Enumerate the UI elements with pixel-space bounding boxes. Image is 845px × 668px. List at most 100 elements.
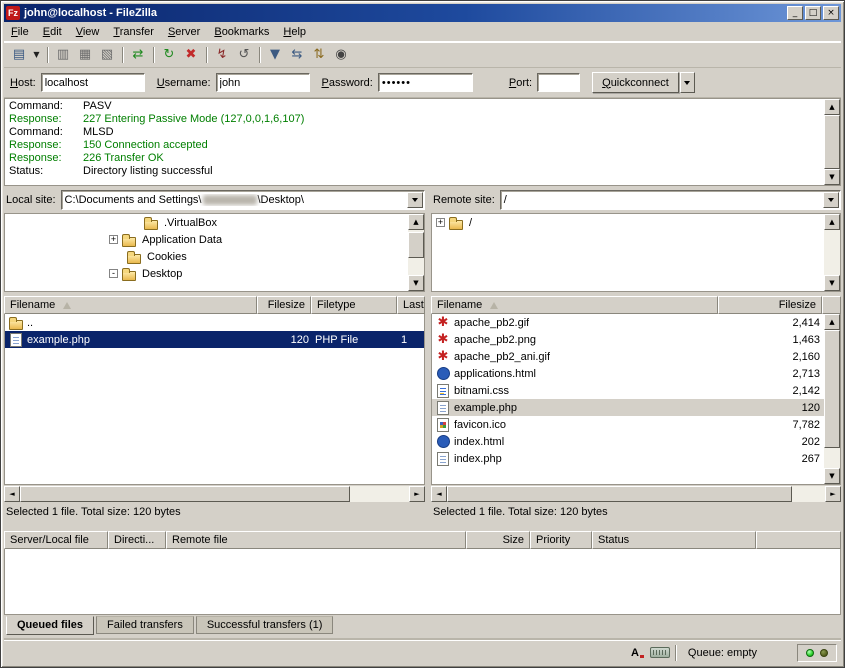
cancel-icon[interactable]: ✖ — [180, 44, 202, 66]
minimize-button[interactable]: _ — [787, 6, 803, 20]
tree-item[interactable]: + / — [432, 214, 824, 231]
queue-header-priority[interactable]: Priority — [530, 531, 592, 549]
queue-header-direction[interactable]: Directi... — [108, 531, 166, 549]
maximize-button[interactable]: □ — [805, 6, 821, 20]
tree-item[interactable]: .VirtualBox — [5, 214, 408, 231]
toggle-local-tree-icon[interactable]: ▦ — [74, 44, 96, 66]
scroll-up-icon[interactable] — [824, 314, 840, 330]
disconnect-icon[interactable]: ↯ — [211, 44, 233, 66]
keyboard-icon[interactable] — [650, 647, 670, 658]
remote-header-filename[interactable]: Filename — [431, 296, 718, 314]
host-input[interactable] — [41, 73, 145, 92]
scroll-up-icon[interactable] — [824, 214, 840, 230]
tree-expander[interactable]: + — [109, 235, 118, 244]
menu-transfer[interactable]: Transfer — [106, 23, 161, 41]
file-row[interactable]: .. — [5, 314, 424, 331]
menu-file[interactable]: File — [4, 23, 36, 41]
scroll-up-icon[interactable] — [824, 99, 840, 115]
remote-tree-scrollbar-track[interactable] — [824, 230, 840, 275]
compare-icon[interactable]: ⇆ — [286, 44, 308, 66]
toggle-log-icon[interactable]: ▥ — [52, 44, 74, 66]
scroll-right-icon[interactable] — [409, 486, 425, 502]
queue-list[interactable] — [4, 549, 841, 615]
remote-list-scrollbar[interactable] — [824, 314, 840, 484]
local-tree-scrollbar-thumb[interactable] — [408, 232, 424, 258]
tree-item[interactable]: Cookies — [5, 248, 408, 265]
file-row[interactable]: example.php 120 — [432, 399, 824, 416]
scrollbar-track[interactable] — [447, 486, 825, 502]
tab-successful-transfers[interactable]: Successful transfers (1) — [196, 616, 334, 634]
queue-header-size[interactable]: Size — [466, 531, 530, 549]
file-row[interactable]: apache_pb2.gif 2,414 — [432, 314, 824, 331]
queue-header-remote-file[interactable]: Remote file — [166, 531, 466, 549]
menu-server[interactable]: Server — [161, 23, 207, 41]
local-header-filetype[interactable]: Filetype — [311, 296, 397, 314]
scroll-left-icon[interactable] — [431, 486, 447, 502]
scroll-left-icon[interactable] — [4, 486, 20, 502]
transfer-type-ascii-icon[interactable]: A — [631, 647, 644, 659]
menu-help[interactable]: Help — [276, 23, 313, 41]
menu-bookmarks[interactable]: Bookmarks — [207, 23, 276, 41]
scroll-down-icon[interactable] — [824, 169, 840, 185]
scroll-down-icon[interactable] — [824, 275, 840, 291]
remote-tree-scrollbar[interactable] — [824, 214, 840, 291]
toggle-remote-tree-icon[interactable]: ▧ — [96, 44, 118, 66]
tab-failed-transfers[interactable]: Failed transfers — [96, 616, 194, 634]
sync-browse-icon[interactable]: ⇅ — [308, 44, 330, 66]
scroll-down-icon[interactable] — [408, 275, 424, 291]
username-input[interactable] — [216, 73, 310, 92]
menu-edit[interactable]: Edit — [36, 23, 69, 41]
remote-site-dropdown-button[interactable] — [823, 192, 839, 208]
site-manager-icon[interactable]: ▤ — [8, 44, 30, 66]
scroll-right-icon[interactable] — [825, 486, 841, 502]
process-queue-icon[interactable]: ↻ — [158, 44, 180, 66]
local-site-dropdown-button[interactable] — [407, 192, 423, 208]
scrollbar-thumb[interactable] — [20, 486, 350, 502]
local-tree-scrollbar[interactable] — [408, 214, 424, 291]
filter-icon[interactable]: ▼ — [264, 44, 286, 66]
port-input[interactable] — [537, 73, 580, 92]
file-row[interactable]: apache_pb2_ani.gif 2,160 — [432, 348, 824, 365]
file-row[interactable]: applications.html 2,713 — [432, 365, 824, 382]
site-manager-dropdown[interactable]: ▼ — [30, 44, 43, 66]
tab-queued-files[interactable]: Queued files — [6, 616, 94, 635]
log-scrollbar-thumb[interactable] — [824, 115, 840, 169]
tree-expander[interactable]: + — [436, 218, 445, 227]
local-header-filename[interactable]: Filename — [4, 296, 257, 314]
remote-list-scrollbar-thumb[interactable] — [824, 330, 840, 448]
quickconnect-button[interactable]: Quickconnect — [592, 72, 679, 93]
quickconnect-dropdown-button[interactable] — [680, 72, 695, 93]
local-header-filesize[interactable]: Filesize — [257, 296, 311, 314]
tree-item[interactable]: + Application Data — [5, 231, 408, 248]
log-scrollbar[interactable] — [824, 99, 840, 185]
scrollbar-thumb[interactable] — [447, 486, 792, 502]
password-input[interactable] — [378, 73, 473, 92]
remote-header-filesize[interactable]: Filesize — [718, 296, 822, 314]
refresh-icon[interactable]: ⇄ — [127, 44, 149, 66]
queue-header-server-local-file[interactable]: Server/Local file — [4, 531, 108, 549]
file-row-selected[interactable]: example.php 120 PHP File 1 — [5, 331, 424, 348]
filezilla-logo-icon[interactable]: Fz — [6, 6, 20, 20]
reconnect-icon[interactable]: ↺ — [233, 44, 255, 66]
local-tree-scrollbar-track[interactable] — [408, 230, 424, 275]
local-header-last-modified[interactable]: Last modified — [397, 296, 425, 314]
file-row[interactable]: index.php 267 — [432, 450, 824, 467]
find-icon[interactable]: ◉ — [330, 44, 352, 66]
remote-site-combo[interactable]: / — [500, 190, 841, 210]
remote-list-horizontal-scrollbar[interactable] — [431, 486, 841, 502]
scroll-up-icon[interactable] — [408, 214, 424, 230]
file-row[interactable]: index.html 202 — [432, 433, 824, 450]
local-site-combo[interactable]: C:\Documents and Settings\ \Desktop\ — [61, 190, 425, 210]
scroll-down-icon[interactable] — [824, 468, 840, 484]
remote-list-scrollbar-track[interactable] — [824, 330, 840, 468]
tree-expander[interactable]: - — [109, 269, 118, 278]
file-row[interactable]: apache_pb2.png 1,463 — [432, 331, 824, 348]
local-list-horizontal-scrollbar[interactable] — [4, 486, 425, 502]
queue-header-status[interactable]: Status — [592, 531, 756, 549]
close-button[interactable]: × — [823, 6, 839, 20]
log-scrollbar-track[interactable] — [824, 115, 840, 169]
tree-item[interactable]: - Desktop — [5, 265, 408, 282]
menu-view[interactable]: View — [69, 23, 107, 41]
file-row[interactable]: bitnami.css 2,142 — [432, 382, 824, 399]
scrollbar-track[interactable] — [20, 486, 409, 502]
